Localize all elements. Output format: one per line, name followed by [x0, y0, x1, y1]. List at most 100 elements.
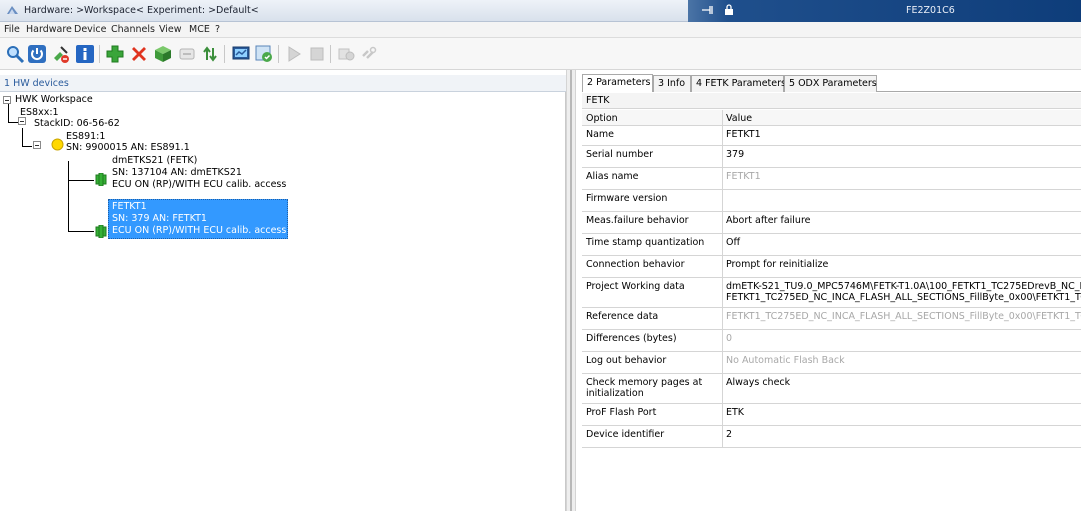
tree-connector: [22, 146, 32, 147]
tab-parameters[interactable]: 2 Parameters: [582, 74, 653, 92]
column-header-option[interactable]: Option: [582, 110, 723, 125]
power-icon[interactable]: [26, 43, 48, 65]
tab-odx-parameters[interactable]: 5 ODX Parameters: [784, 75, 877, 92]
table-row: Connection behavior Prompt for reinitial…: [582, 256, 1081, 278]
tree-connector: [22, 128, 23, 146]
table-row: Log out behavior No Automatic Flash Back: [582, 352, 1081, 374]
option-project: Project: [586, 281, 619, 292]
tree-expander[interactable]: [3, 96, 11, 104]
menu-channels[interactable]: Channels: [111, 24, 155, 35]
stop-icon[interactable]: [306, 43, 328, 65]
value-cell: No Automatic Flash Back: [726, 355, 845, 366]
device-gray-icon[interactable]: [176, 43, 198, 65]
option-cell: Project Working data: [582, 278, 723, 307]
splitter-grip: [570, 70, 572, 511]
option-check-memory: Check memory pages: [586, 377, 690, 388]
value-cell[interactable]: FETKT1: [723, 126, 1081, 145]
status-yellow-icon: [51, 138, 64, 151]
option-cell: Device identifier: [582, 426, 723, 447]
pane-splitter[interactable]: [566, 70, 576, 511]
option-cell: Log out behavior: [582, 352, 723, 373]
tree-item-dmetks21[interactable]: dmETKS21 (FETK): [112, 155, 197, 166]
table-row: ProF Flash Port ETK: [582, 404, 1081, 426]
value-cell[interactable]: Abort after failure: [723, 212, 1081, 233]
menu-device[interactable]: Device: [74, 24, 107, 35]
option-cell: Time stamp quantization: [582, 234, 723, 255]
option-cell: Serial number: [582, 146, 723, 167]
device-identifier-label: FE2Z01C6: [906, 5, 955, 16]
disconnect-icon[interactable]: [50, 43, 72, 65]
info-icon[interactable]: [74, 43, 96, 65]
config-gray-icon[interactable]: [335, 43, 357, 65]
menu-view[interactable]: View: [159, 24, 182, 35]
hw-devices-header: 1 HW devices: [0, 75, 566, 92]
device-status-banner: FE2Z01C6: [688, 0, 1081, 22]
option-cell: Differences (bytes): [582, 330, 723, 351]
option-working-data: Working data: [621, 281, 685, 292]
tree-item-es891-sn: SN: 9900015 AN: ES891.1: [66, 142, 190, 153]
lock-icon[interactable]: [724, 4, 734, 16]
tree-expander[interactable]: [18, 117, 26, 125]
table-row: Reference data FETKT1_TC275ED_NC_INCA_FL…: [582, 308, 1081, 330]
option-cell: Name: [582, 126, 723, 145]
tree-connector: [8, 122, 18, 123]
value-cell[interactable]: ETK: [723, 404, 1081, 425]
tree-connector: [68, 180, 94, 181]
play-icon[interactable]: [283, 43, 305, 65]
tree-item-workspace[interactable]: HWK Workspace: [15, 94, 93, 105]
value-cell[interactable]: 2: [723, 426, 1081, 447]
value-cell: FETKT1: [726, 171, 761, 182]
check-target-icon[interactable]: [253, 43, 275, 65]
toolbar-separator: [278, 45, 279, 63]
column-header-value[interactable]: Value: [723, 110, 1081, 125]
app-logo-icon: [7, 6, 18, 14]
value-cell[interactable]: Always check: [723, 374, 1081, 403]
etk-device-green-icon: [95, 173, 107, 186]
window-title: Hardware: >Workspace< Experiment: >Defau…: [24, 5, 259, 16]
monitor-icon[interactable]: [230, 43, 252, 65]
add-icon[interactable]: [104, 43, 126, 65]
hw-device-tree: HWK Workspace ES8xx:1 StackID: 06-56-62 …: [0, 92, 566, 511]
tab-info[interactable]: 3 Info: [653, 75, 691, 92]
etk-device-green-icon: [95, 225, 107, 238]
value-cell: 0: [726, 333, 733, 344]
pin-icon[interactable]: [701, 4, 715, 16]
title-bar: Hardware: >Workspace< Experiment: >Defau…: [0, 0, 1081, 22]
menu-mce[interactable]: MCE: [189, 24, 210, 35]
hw-devices-title[interactable]: 1 HW devices: [4, 78, 69, 89]
tree-connector: [68, 161, 69, 231]
tab-fetk-parameters[interactable]: 4 FETK Parameters: [691, 75, 786, 92]
delete-icon[interactable]: [128, 43, 150, 65]
tree-item-stack[interactable]: StackID: 06-56-62: [34, 118, 120, 129]
tree-item-es891[interactable]: ES891:1: [66, 131, 105, 142]
tree-item-dmetks21-state: ECU ON (RP)/WITH ECU calib. access: [112, 179, 287, 190]
arrows-updown-icon[interactable]: [199, 43, 221, 65]
link-gray-icon[interactable]: [358, 43, 380, 65]
toolbar-separator: [224, 45, 225, 63]
tree-expander[interactable]: [33, 141, 41, 149]
menu-hardware[interactable]: Hardware: [26, 24, 72, 35]
table-row: Project Working data dmETK-S21_TU9.0_MPC…: [582, 278, 1081, 308]
tree-item-dmetks21-sn: SN: 137104 AN: dmETKS21: [112, 167, 242, 178]
menu-help[interactable]: ?: [215, 24, 220, 35]
value-cell[interactable]: 379: [723, 146, 1081, 167]
tree-connector: [8, 104, 9, 122]
table-row: Serial number 379: [582, 146, 1081, 168]
menu-file[interactable]: File: [4, 24, 20, 35]
value-cell[interactable]: dmETK-S21_TU9.0_MPC5746M\FETK-T1.0A\100_…: [723, 278, 1081, 307]
option-cell: ProF Flash Port: [582, 404, 723, 425]
table-row: Differences (bytes) 0: [582, 330, 1081, 352]
option-cell: Alias name: [582, 168, 723, 189]
search-icon[interactable]: [4, 43, 26, 65]
value-cell[interactable]: Prompt for reinitialize: [723, 256, 1081, 277]
menu-bar: File Hardware Device Channels View MCE ?: [0, 22, 1081, 38]
parameter-tabs: 2 Parameters 3 Info 4 FETK Parameters 5 …: [582, 74, 1081, 92]
option-cell: Check memory pages at initialization: [582, 374, 723, 403]
value-cell: FETKT1_TC275ED_NC_INCA_FLASH_ALL_SECTION…: [726, 311, 1081, 322]
package-icon[interactable]: [152, 43, 174, 65]
value-cell[interactable]: Off: [723, 234, 1081, 255]
option-cell: Meas.failure behavior: [582, 212, 723, 233]
hw-devices-pane: 1 HW devices HWK Workspace ES8xx:1 Stack…: [0, 75, 566, 511]
tree-item-fetkt1-state: ECU ON (RP)/WITH ECU calib. access: [112, 225, 287, 236]
tree-item-fetkt1-selected[interactable]: FETKT1 SN: 379 AN: FETKT1 ECU ON (RP)/WI…: [108, 199, 288, 239]
